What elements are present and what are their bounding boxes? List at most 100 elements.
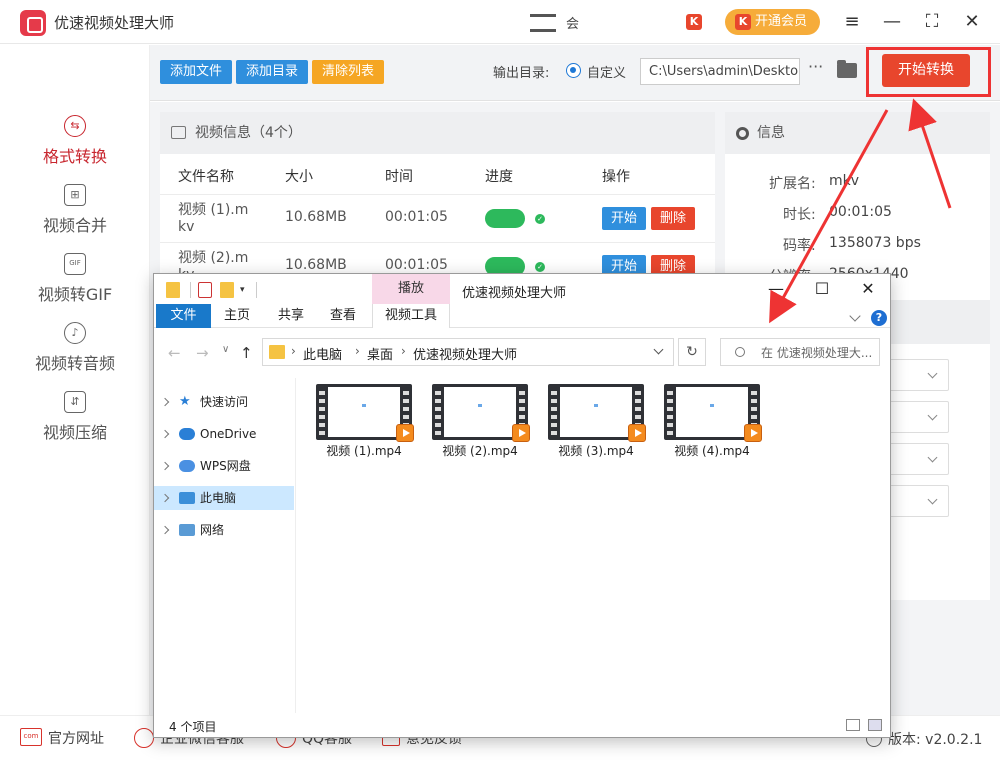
column-header-time: 时间	[385, 169, 413, 185]
info-label-ext: 扩展名:	[769, 176, 816, 192]
settings-dropdown[interactable]	[885, 401, 949, 433]
add-file-button[interactable]: 添加文件	[160, 60, 232, 84]
cloud-icon	[179, 428, 195, 440]
forward-icon[interactable]: →	[196, 344, 209, 362]
user-name[interactable]	[584, 13, 680, 29]
quick-access-dropdown-icon[interactable]: ▾	[240, 282, 250, 298]
row-start-button[interactable]: 开始	[602, 207, 646, 230]
progress-toggle[interactable]	[485, 209, 525, 228]
wechat-icon	[134, 728, 154, 748]
file-label[interactable]: 视频 (1).mp4	[309, 442, 419, 459]
sidebar-item-video-to-audio[interactable]: ♪ 视频转音频	[0, 322, 150, 386]
up-icon[interactable]: ↑	[240, 344, 253, 362]
settings-dropdown[interactable]	[885, 443, 949, 475]
sidebar-item-format-convert[interactable]: ⇆ 格式转换	[0, 115, 150, 179]
address-dropdown-icon[interactable]	[653, 344, 664, 355]
explorer-title: 优速视频处理大师	[462, 286, 567, 301]
item-count: 4 个项目	[169, 720, 217, 734]
tab-video-tools[interactable]: 视频工具	[372, 304, 450, 328]
file-name: 视频 (1).m	[178, 202, 249, 218]
back-icon[interactable]: ←	[168, 344, 181, 362]
nav-item-label: 网络	[200, 523, 225, 537]
sidebar-item-video-merge[interactable]: ⊞ 视频合并	[0, 184, 150, 248]
file-label[interactable]: 视频 (4).mp4	[657, 442, 767, 459]
info-label-bitrate: 码率:	[783, 238, 816, 254]
video-file-thumbnail[interactable]	[548, 384, 646, 442]
column-header-progress: 进度	[485, 169, 513, 185]
gif-icon: GIF	[64, 253, 86, 275]
sidebar-item-label: 视频压缩	[42, 423, 107, 442]
ribbon-expand-icon[interactable]	[849, 310, 861, 322]
row-delete-button[interactable]: 删除	[651, 207, 695, 230]
check-icon: ✓	[535, 214, 545, 224]
refresh-icon[interactable]: ↻	[678, 338, 706, 366]
properties-icon[interactable]	[198, 282, 212, 298]
table-row[interactable]: 视频 (1).m kv 10.68MB 00:01:05 ✓ 开始 删除	[160, 194, 715, 242]
more-button[interactable]: ···	[808, 57, 823, 76]
tab-file[interactable]: 文件	[156, 304, 211, 328]
breadcrumb-separator: ›	[401, 344, 406, 358]
star-icon: ★	[179, 394, 191, 409]
sidebar: ⇆ 格式转换 ⊞ 视频合并 GIF 视频转GIF ♪ 视频转音频 ⇵ 视频压缩	[0, 45, 150, 715]
video-file-thumbnail[interactable]	[664, 384, 762, 442]
tab-view[interactable]: 查看	[322, 304, 364, 328]
official-site-link[interactable]: 官方网址	[48, 728, 104, 748]
breadcrumb-folder[interactable]: 优速视频处理大师	[413, 344, 517, 363]
close-icon[interactable]: ✕	[961, 11, 983, 33]
help-icon[interactable]: ?	[871, 310, 887, 326]
play-icon	[512, 424, 530, 442]
breadcrumb-separator: ›	[355, 344, 360, 358]
add-directory-button[interactable]: 添加目录	[236, 60, 308, 84]
user-label[interactable]: 会	[566, 13, 579, 32]
explorer-close-icon[interactable]: ✕	[858, 279, 878, 299]
breadcrumb-desktop[interactable]: 桌面	[367, 344, 393, 363]
settings-dropdown[interactable]	[885, 359, 949, 391]
nav-item-this-pc[interactable]: 此电脑	[154, 486, 294, 510]
video-file-thumbnail[interactable]	[316, 384, 414, 442]
custom-dir-label[interactable]: 自定义	[587, 62, 626, 81]
nav-item-network[interactable]: 网络	[154, 518, 294, 542]
clear-list-button[interactable]: 清除列表	[312, 60, 384, 84]
details-view-icon[interactable]	[846, 719, 860, 731]
film-strip	[435, 387, 441, 437]
maximize-icon[interactable]: ⛶	[921, 11, 943, 33]
convert-icon: ⇆	[64, 115, 86, 137]
sidebar-item-video-to-gif[interactable]: GIF 视频转GIF	[0, 253, 150, 317]
recent-dropdown-icon[interactable]: ∨	[222, 344, 229, 355]
explorer-status-bar: 4 个项目	[154, 713, 890, 737]
video-file-thumbnail[interactable]	[432, 384, 530, 442]
file-label[interactable]: 视频 (3).mp4	[541, 442, 651, 459]
info-value-duration: 00:01:05	[829, 204, 892, 220]
sidebar-item-label: 视频转音频	[34, 354, 115, 373]
tab-share[interactable]: 共享	[270, 304, 312, 328]
vip-button[interactable]: K 开通会员	[725, 9, 820, 35]
settings-dropdown[interactable]	[885, 485, 949, 517]
computer-icon	[179, 492, 195, 504]
file-time: 00:01:05	[385, 209, 448, 225]
breadcrumb-this-pc[interactable]: 此电脑	[303, 344, 342, 363]
search-box[interactable]: 在 优速视频处理大...	[720, 338, 880, 366]
large-icons-view-icon[interactable]	[868, 719, 882, 731]
output-dir-label: 输出目录:	[493, 66, 550, 81]
new-folder-icon[interactable]	[220, 282, 234, 298]
file-explorer-window: ▾ 播放 优速视频处理大师 — ☐ ✕ 文件 主页 共享 查看 视频工具 ? ←…	[153, 273, 891, 738]
sidebar-item-video-compress[interactable]: ⇵ 视频压缩	[0, 391, 150, 455]
nav-item-quick-access[interactable]: ★ 快速访问	[154, 390, 294, 414]
explorer-maximize-icon[interactable]: ☐	[812, 279, 832, 299]
output-path-field[interactable]: C:\Users\admin\Desktop	[640, 58, 800, 85]
minimize-icon[interactable]: —	[881, 11, 903, 33]
tab-home[interactable]: 主页	[216, 304, 258, 328]
app-window: 优速视频处理大师 会 K K 开通会员 ≡ — ⛶ ✕ ⇆ 格式转换 ⊞ 视频合…	[0, 0, 1000, 760]
menu-icon[interactable]: ≡	[841, 11, 863, 33]
nav-item-wps[interactable]: WPS网盘	[154, 454, 294, 478]
explorer-minimize-icon[interactable]: —	[766, 279, 786, 299]
vip-k-icon: K	[735, 14, 751, 30]
custom-dir-radio[interactable]	[566, 63, 581, 78]
file-label[interactable]: 视频 (2).mp4	[425, 442, 535, 459]
address-box[interactable]: › 此电脑 › 桌面 › 优速视频处理大师	[262, 338, 674, 366]
nav-item-label: 快速访问	[200, 395, 249, 409]
wps-cloud-icon	[179, 460, 195, 472]
k-badge-icon: K	[686, 14, 702, 30]
nav-item-onedrive[interactable]: OneDrive	[154, 422, 294, 446]
folder-icon[interactable]	[837, 60, 857, 78]
